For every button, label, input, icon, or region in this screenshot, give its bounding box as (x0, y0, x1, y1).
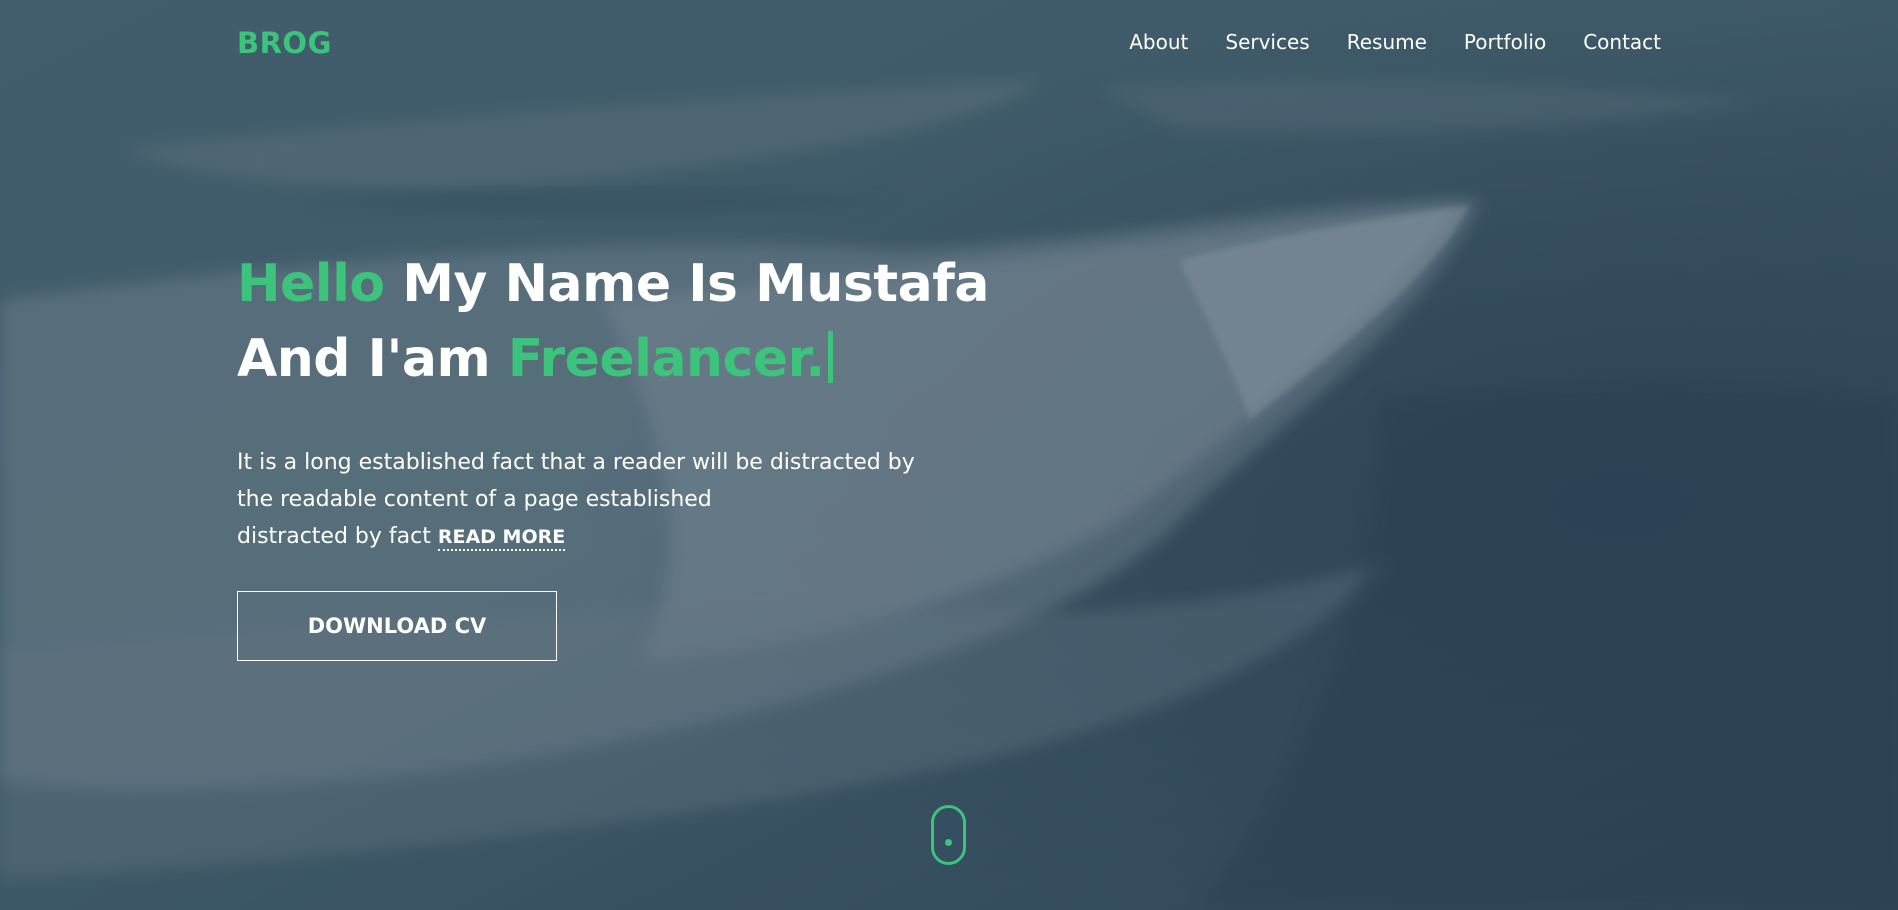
hero-headline: Hello My Name Is Mustafa And I'am Freela… (237, 247, 1097, 397)
nav-link-resume[interactable]: Resume (1347, 30, 1427, 54)
headline-greeting: Hello (237, 254, 385, 314)
scroll-wheel-dot (945, 839, 952, 846)
scroll-mouse-icon[interactable] (931, 805, 966, 865)
site-logo[interactable]: BROG (237, 26, 332, 60)
hero-section: BROG About Services Resume Portfolio Con… (0, 0, 1898, 910)
headline-role-prefix: And I'am (237, 329, 491, 389)
nav-link-portfolio[interactable]: Portfolio (1464, 30, 1546, 54)
hero-content: Hello My Name Is Mustafa And I'am Freela… (237, 247, 1097, 551)
read-more-link[interactable]: READ MORE (437, 526, 566, 551)
nav-link-services[interactable]: Services (1225, 30, 1309, 54)
description-line-2: the readable content of a page establish… (237, 487, 712, 512)
download-cv-button[interactable]: DOWNLOAD CV (237, 591, 557, 661)
headline-name: My Name Is Mustafa (402, 254, 989, 314)
hero-description: It is a long established fact that a rea… (237, 444, 1037, 556)
main-menu: About Services Resume Portfolio Contact (1129, 30, 1661, 54)
nav-link-about[interactable]: About (1129, 30, 1188, 54)
typing-cursor (827, 331, 833, 383)
top-navigation: BROG About Services Resume Portfolio Con… (0, 0, 1898, 86)
description-line-3: distracted by fact (237, 524, 431, 549)
headline-role: Freelancer. (507, 329, 825, 389)
nav-link-contact[interactable]: Contact (1583, 30, 1661, 54)
description-line-1: It is a long established fact that a rea… (237, 450, 915, 475)
